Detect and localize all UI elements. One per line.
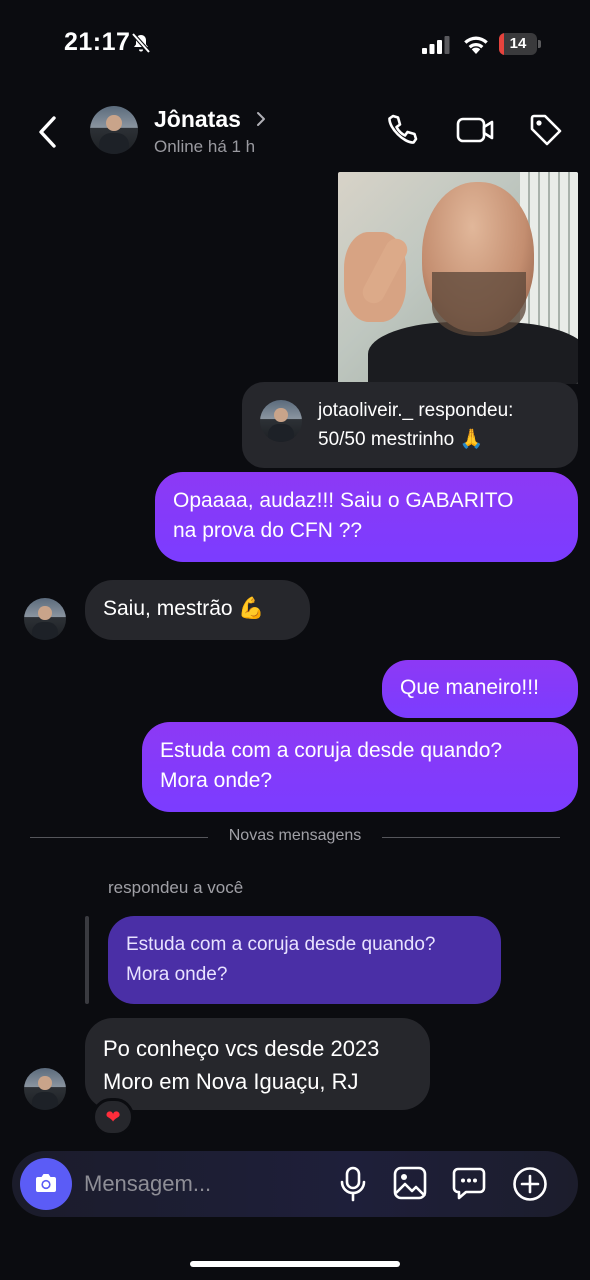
- shared-photo[interactable]: [338, 172, 578, 384]
- bell-slash-icon: [131, 32, 151, 54]
- story-reply-text: 50/50 mestrinho 🙏: [318, 429, 484, 450]
- battery-level: 14: [509, 35, 527, 52]
- battery-tip: [538, 40, 541, 48]
- story-reply-bubble[interactable]: jotaoliveir._ respondeu: 50/50 mestrinho…: [242, 382, 578, 468]
- quoted-message[interactable]: Estuda com a coruja desde quando? Mora o…: [108, 916, 501, 1004]
- incoming-message[interactable]: Saiu, mestrão 💪: [85, 580, 310, 640]
- back-chevron-icon[interactable]: [34, 114, 62, 150]
- chevron-right-icon[interactable]: [255, 110, 267, 128]
- plus-icon[interactable]: [512, 1166, 548, 1202]
- avatar-image: [260, 400, 302, 442]
- home-indicator[interactable]: [190, 1261, 400, 1267]
- wifi-icon: [464, 36, 488, 54]
- phone-icon[interactable]: [384, 112, 420, 148]
- battery-indicator: 14: [499, 33, 543, 55]
- message-composer: [12, 1151, 578, 1217]
- outgoing-message[interactable]: Que maneiro!!!: [382, 660, 578, 718]
- avatar-image: [24, 598, 66, 640]
- outgoing-message[interactable]: Opaaaa, audaz!!! Saiu o GABARITO na prov…: [155, 472, 578, 562]
- contact-status: Online há 1 h: [154, 137, 256, 156]
- status-bar: 21:17 14: [0, 0, 590, 88]
- new-messages-divider: Novas mensagens: [228, 827, 362, 844]
- reply-context-label: respondeu a você: [108, 878, 244, 897]
- tag-icon[interactable]: [528, 112, 564, 148]
- sender-avatar[interactable]: [24, 1068, 66, 1110]
- contact-name[interactable]: Jônatas: [154, 106, 241, 133]
- avatar-image: [90, 106, 138, 154]
- incoming-message[interactable]: Po conheço vcs desde 2023 Moro em Nova I…: [85, 1018, 430, 1110]
- chat-header: Jônatas Online há 1 h: [0, 90, 590, 172]
- photo-beard: [432, 272, 526, 336]
- photo-finger: [358, 234, 412, 308]
- video-camera-icon[interactable]: [456, 114, 496, 146]
- status-time: 21:17: [64, 28, 131, 56]
- outgoing-message[interactable]: Estuda com a coruja desde quando? Mora o…: [142, 722, 578, 812]
- story-reply-avatar: [260, 400, 302, 442]
- cellular-signal-icon: [422, 36, 450, 54]
- photo-hand: [344, 232, 412, 322]
- heart-reaction[interactable]: ❤: [92, 1098, 134, 1136]
- camera-button[interactable]: [20, 1158, 72, 1210]
- battery-body: 14: [499, 33, 537, 55]
- quote-bar: [85, 916, 89, 1004]
- divider-line: [30, 837, 208, 838]
- avatar-image: [24, 1068, 66, 1110]
- contact-avatar[interactable]: [90, 106, 138, 154]
- camera-icon: [36, 1174, 56, 1192]
- gallery-icon[interactable]: [393, 1166, 427, 1200]
- sticker-icon[interactable]: [452, 1166, 486, 1200]
- story-reply-title: jotaoliveir._ respondeu:: [318, 400, 514, 421]
- sender-avatar[interactable]: [24, 598, 66, 640]
- divider-line: [382, 837, 560, 838]
- message-input[interactable]: [84, 1165, 324, 1203]
- microphone-icon[interactable]: [338, 1166, 368, 1202]
